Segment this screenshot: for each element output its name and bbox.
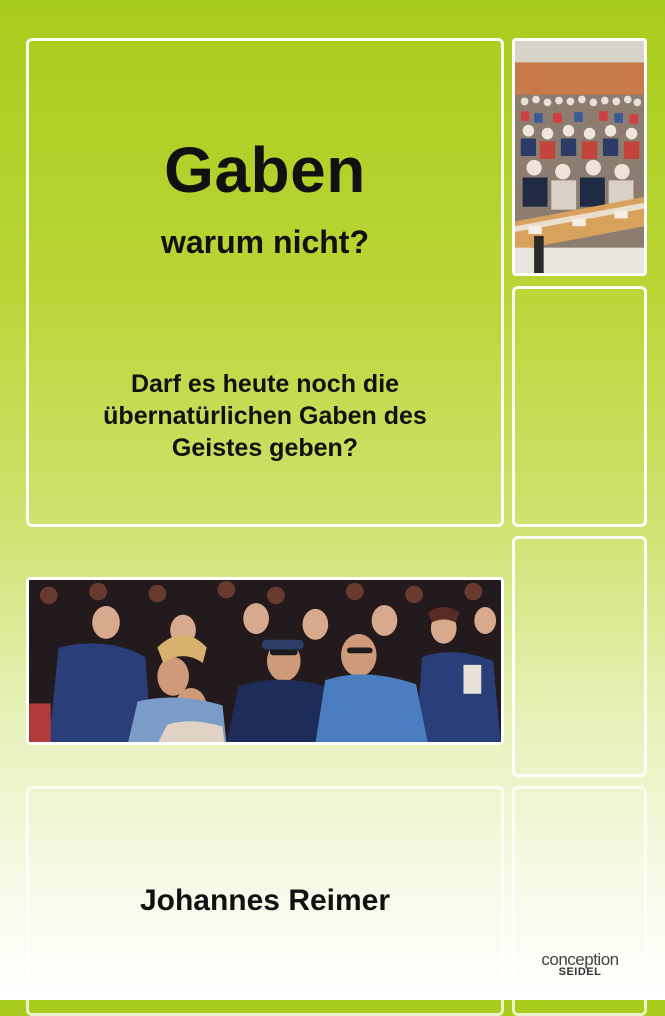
tagline-line: Geistes geben?	[171, 434, 359, 462]
right-frame-4	[512, 786, 647, 1016]
conference-hall-photo	[512, 38, 647, 276]
right-frame-3	[512, 536, 647, 777]
publisher-logo-line-1: conception	[541, 950, 619, 969]
book-subtitle: warum nicht?	[160, 224, 369, 260]
crowd-photo	[26, 577, 504, 745]
tagline-line: übernatürlichen Gaben des	[103, 402, 427, 430]
book-title: Gaben	[164, 134, 366, 206]
right-frame-2	[512, 286, 647, 527]
book-tagline: Darf es heute noch die übernatürlichen G…	[26, 368, 504, 464]
tagline-line: Darf es heute noch die	[130, 370, 400, 398]
publisher-logo-line-2: SEIDEL	[558, 966, 602, 978]
publisher-logo: conception SEIDEL	[520, 950, 640, 979]
book-author: Johannes Reimer	[139, 884, 391, 917]
